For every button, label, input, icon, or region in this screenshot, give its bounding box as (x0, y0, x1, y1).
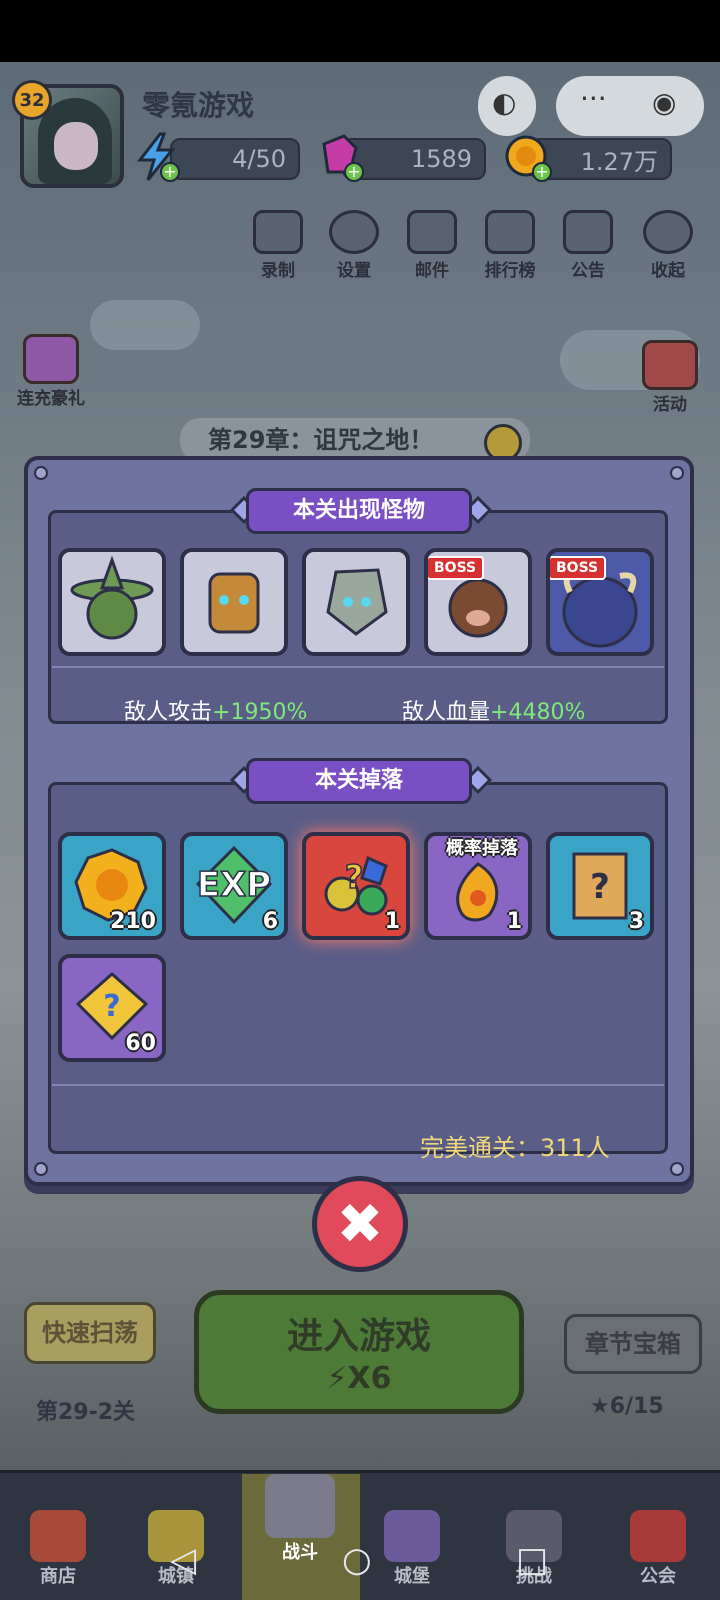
drop-random-gem[interactable]: ? 1 (302, 832, 410, 940)
bolt-decor (34, 466, 48, 480)
monster-boar-boss[interactable]: BOSS (424, 548, 532, 656)
star-gift-icon (642, 340, 698, 390)
bolt-decor (670, 466, 684, 480)
record-button[interactable]: 录制 (246, 210, 310, 281)
nav-guild[interactable]: 公会 (608, 1510, 708, 1588)
system-back-icon[interactable]: ◁ (170, 1540, 196, 1580)
svg-text:?: ? (103, 989, 120, 1024)
energy-lightning-icon[interactable]: + (132, 132, 182, 182)
cloud-decor (90, 300, 200, 350)
stone-golem-icon (326, 568, 388, 636)
drop-gold-coin[interactable]: 210 (58, 832, 166, 940)
video-camera-icon (253, 210, 303, 254)
boss-badge: BOSS (550, 556, 607, 580)
close-icon: ✖ (336, 1191, 384, 1257)
energy-cost-icon: ⚡ (326, 1361, 348, 1396)
monster-stone-golem[interactable] (302, 548, 410, 656)
drop-flame-emblem[interactable]: 概率掉落 1 (424, 832, 532, 940)
enter-game-button[interactable]: 进入游戏 ⚡X6 (194, 1290, 524, 1414)
divider (52, 666, 664, 668)
megaphone-icon (563, 210, 613, 254)
play-circle-icon (643, 210, 693, 254)
guild-banner-icon (630, 1510, 686, 1562)
divider (52, 1084, 664, 1086)
miniprogram-back-button[interactable]: ◐ (478, 76, 536, 136)
status-bar (0, 0, 720, 62)
mail-button[interactable]: 邮件 (400, 210, 464, 281)
svg-text:+: + (347, 162, 360, 181)
more-dots-icon[interactable]: ··· (580, 82, 607, 115)
envelope-icon (407, 210, 457, 254)
collapse-button[interactable]: 收起 (636, 210, 700, 281)
bolt-decor (670, 1162, 684, 1176)
bar-chart-icon (485, 210, 535, 254)
event-button[interactable]: 活动 (630, 340, 710, 415)
drop-mystery-scroll[interactable]: ? 3 (546, 832, 654, 940)
bolt-decor (34, 1162, 48, 1176)
drop-exp[interactable]: EXP 6 (180, 832, 288, 940)
settings-button[interactable]: 设置 (322, 210, 386, 281)
quick-sweep-button[interactable]: 快速扫荡 (24, 1302, 156, 1364)
svg-text:EXP: EXP (197, 865, 271, 905)
svg-text:?: ? (590, 867, 610, 907)
stage-info-modal: 本关出现怪物 BOSS BOSS 本关掉落 210 EXP 6 ? 1 概率掉落… (24, 456, 694, 1186)
monster-tree-golem[interactable] (180, 548, 288, 656)
gift-box-icon (23, 334, 79, 384)
gem-add-icon[interactable]: + (314, 132, 364, 182)
perfect-clear-count: 完美通关：311人 (420, 1134, 610, 1162)
level-badge: 32 (12, 80, 52, 120)
energy-counter: 4/50 (170, 138, 300, 180)
drops-ribbon-title: 本关掉落 (246, 758, 472, 804)
drop-mystery-puzzle[interactable]: ? 60 (58, 954, 166, 1062)
leaderboard-button[interactable]: 排行榜 (478, 210, 542, 281)
castle-icon (384, 1510, 440, 1562)
star-icon: ★ (590, 1394, 610, 1419)
chapter-chest-button[interactable]: 章节宝箱 (564, 1314, 702, 1374)
enemy-hp-stat: 敌人血量+4480% (402, 700, 586, 725)
boss-badge: BOSS (428, 556, 485, 580)
crossed-swords-icon (265, 1474, 335, 1538)
shop-stall-icon (30, 1510, 86, 1562)
monsters-ribbon-title: 本关出现怪物 (246, 488, 472, 534)
game-back-icon: ◐ (492, 86, 517, 119)
close-button[interactable]: ✖ (312, 1176, 408, 1272)
svg-text:+: + (535, 162, 548, 181)
sweep-stage-label: 第29-2关 (36, 1400, 136, 1425)
nav-shop[interactable]: 商店 (8, 1510, 108, 1588)
svg-text:+: + (163, 162, 176, 181)
chest-progress: ★6/15 (590, 1394, 664, 1419)
monster-green-lantern-ghost[interactable] (58, 548, 166, 656)
tree-golem-icon (208, 572, 260, 634)
nav-castle[interactable]: 城堡 (362, 1510, 462, 1588)
recharge-gift-button[interactable]: 连充豪礼 (8, 334, 94, 409)
announcement-button[interactable]: 公告 (556, 210, 620, 281)
gear-icon (329, 210, 379, 254)
system-recents-icon[interactable]: □ (516, 1540, 548, 1580)
monster-demon-boss[interactable]: BOSS (546, 548, 654, 656)
username: 零氪游戏 (142, 89, 255, 122)
close-target-icon[interactable]: ◉ (652, 86, 676, 119)
enemy-attack-stat: 敌人攻击+1950% (124, 700, 308, 725)
gold-coin-add-icon[interactable]: + (502, 132, 552, 182)
system-home-icon[interactable]: ○ (342, 1540, 372, 1580)
nav-battle[interactable]: 战斗 (250, 1474, 350, 1564)
chance-drop-label: 概率掉落 (446, 838, 518, 859)
miniprogram-capsule[interactable]: ··· ◉ (556, 76, 704, 136)
svg-text:?: ? (345, 858, 364, 896)
green-ghost-icon (70, 555, 154, 640)
